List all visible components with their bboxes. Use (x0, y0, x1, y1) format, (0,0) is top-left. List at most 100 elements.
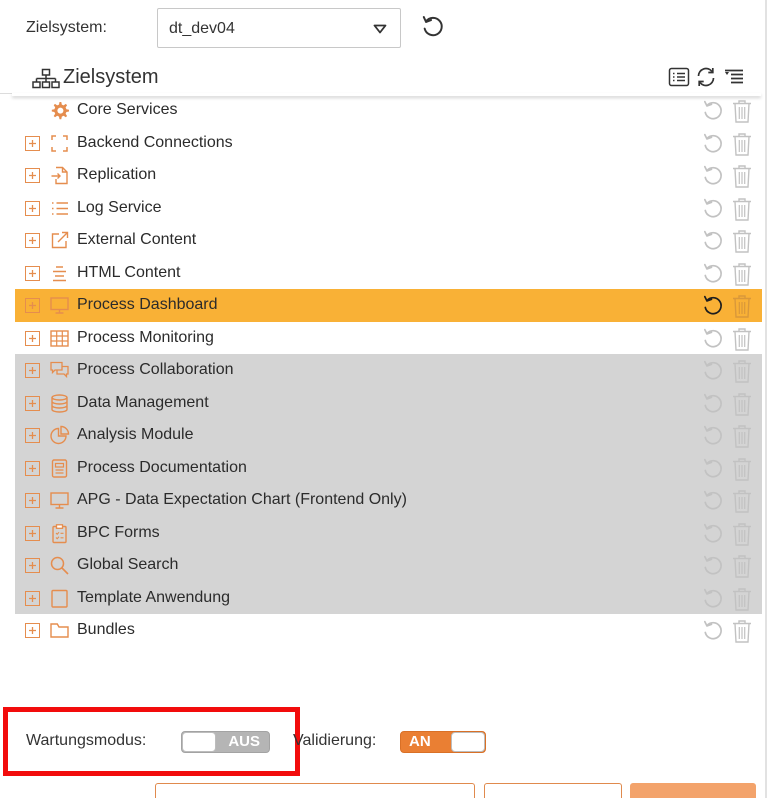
expand-plus-icon[interactable] (25, 200, 40, 216)
trash-icon[interactable] (731, 196, 753, 222)
refresh-icon[interactable] (695, 66, 717, 88)
maintenance-mode-toggle[interactable]: AUS (181, 731, 270, 753)
trash-icon[interactable] (731, 98, 753, 124)
trash-icon[interactable] (731, 131, 753, 157)
tree-row[interactable]: Bundles (15, 614, 762, 647)
footer-button-primary-outline[interactable] (155, 783, 475, 798)
expand-plus-icon[interactable] (25, 233, 40, 248)
clipboard-icon (52, 523, 67, 543)
folder-icon (50, 623, 69, 638)
trash-icon[interactable] (731, 163, 753, 189)
expand-plus-icon[interactable] (25, 298, 40, 313)
reset-icon[interactable] (701, 359, 725, 383)
reset-icon[interactable] (701, 164, 725, 188)
tree-row[interactable]: Process Documentation (15, 451, 762, 484)
validation-toggle-state: AN (409, 733, 431, 750)
reset-icon[interactable] (701, 262, 725, 286)
tree-row[interactable]: Backend Connections (15, 127, 762, 160)
tree-row[interactable]: Replication (15, 159, 762, 192)
database-icon (51, 393, 68, 413)
trash-icon[interactable] (731, 261, 753, 287)
tree-row[interactable]: Process Monitoring (15, 322, 762, 355)
reset-icon[interactable] (701, 99, 725, 123)
expand-plus-icon[interactable] (25, 428, 40, 443)
tree-row-label: Process Collaboration (77, 361, 234, 378)
tree-row[interactable]: Log Service (15, 192, 762, 225)
reset-icon[interactable] (701, 424, 725, 448)
footer-button-secondary-outline[interactable] (484, 783, 622, 798)
tree-row-label: Data Management (77, 393, 209, 411)
sort-tree-icon[interactable] (723, 66, 745, 88)
expand-plus-icon[interactable] (25, 395, 40, 411)
tree-row[interactable]: APG - Data Expectation Chart (Frontend O… (15, 484, 762, 517)
external-link-icon (51, 231, 69, 249)
tree-row[interactable]: Core Services (15, 94, 762, 127)
tree-row-label: Core Services (77, 101, 178, 118)
list-icon (52, 201, 68, 215)
target-system-label: Zielsystem: (26, 19, 107, 36)
tree-row[interactable]: Process Dashboard (15, 289, 762, 322)
expand-plus-icon[interactable] (25, 460, 40, 476)
trash-icon[interactable] (731, 488, 753, 514)
tree-title: Zielsystem (63, 66, 159, 88)
validation-toggle[interactable]: AN (400, 731, 486, 753)
reset-icon[interactable] (701, 132, 725, 156)
tree-row-label: Global Search (77, 556, 179, 573)
expand-plus-icon[interactable] (25, 265, 40, 281)
reset-icon[interactable] (701, 619, 725, 643)
expand-plus-icon[interactable] (25, 330, 40, 346)
trash-icon[interactable] (731, 228, 753, 254)
reset-icon[interactable] (701, 294, 725, 318)
tree-row-label: APG - Data Expectation Chart (Frontend O… (77, 491, 407, 508)
tree-row[interactable]: Template Anwendung (15, 581, 762, 614)
chat-icon (50, 361, 69, 379)
reset-icon[interactable] (701, 587, 725, 611)
list-view-icon[interactable] (668, 66, 690, 88)
expand-plus-icon[interactable] (25, 590, 40, 606)
trash-icon[interactable] (731, 521, 753, 547)
trash-icon[interactable] (731, 293, 753, 319)
reset-icon[interactable] (701, 522, 725, 546)
table-icon (50, 329, 69, 347)
expand-plus-icon[interactable] (25, 558, 40, 573)
expand-plus-icon[interactable] (25, 623, 40, 638)
trash-icon[interactable] (731, 391, 753, 417)
reset-icon[interactable] (701, 392, 725, 416)
trash-icon[interactable] (731, 553, 753, 579)
trash-icon[interactable] (731, 423, 753, 449)
expand-plus-icon[interactable] (25, 135, 40, 151)
trash-icon[interactable] (731, 326, 753, 352)
tree-row[interactable]: BPC Forms (15, 516, 762, 549)
sitemap-icon (32, 68, 60, 89)
toggle-knob (451, 732, 485, 752)
trash-icon[interactable] (731, 618, 753, 644)
reset-icon[interactable] (701, 554, 725, 578)
reset-icon[interactable] (701, 229, 725, 253)
tree-row-label: Backend Connections (77, 133, 233, 151)
footer-button-filled[interactable] (630, 783, 756, 798)
tree-row[interactable]: HTML Content (15, 257, 762, 290)
reset-icon[interactable] (701, 197, 725, 221)
trash-icon[interactable] (731, 358, 753, 384)
pie-chart-icon (50, 425, 70, 445)
trash-icon[interactable] (731, 456, 753, 482)
tree-row[interactable]: Process Collaboration (15, 354, 762, 387)
gear-icon (51, 102, 69, 120)
tree-row[interactable]: External Content (15, 224, 762, 257)
reset-icon[interactable] (701, 457, 725, 481)
reset-icon[interactable] (701, 327, 725, 351)
tree-row[interactable]: Data Management (15, 386, 762, 419)
expand-plus-icon[interactable] (25, 493, 40, 508)
expand-plus-icon[interactable] (25, 363, 40, 378)
tree-row-label: Log Service (77, 198, 162, 216)
panel-edge (0, 93, 12, 107)
reset-icon[interactable] (701, 489, 725, 513)
tree-row[interactable]: Analysis Module (15, 419, 762, 452)
tree-row[interactable]: Global Search (15, 549, 762, 582)
target-system-select[interactable]: dt_dev04 (157, 8, 401, 48)
expand-plus-icon[interactable] (25, 168, 40, 183)
reset-icon[interactable] (420, 14, 446, 40)
expand-plus-icon[interactable] (25, 525, 40, 541)
trash-icon[interactable] (731, 586, 753, 612)
monitor-icon (50, 492, 69, 509)
